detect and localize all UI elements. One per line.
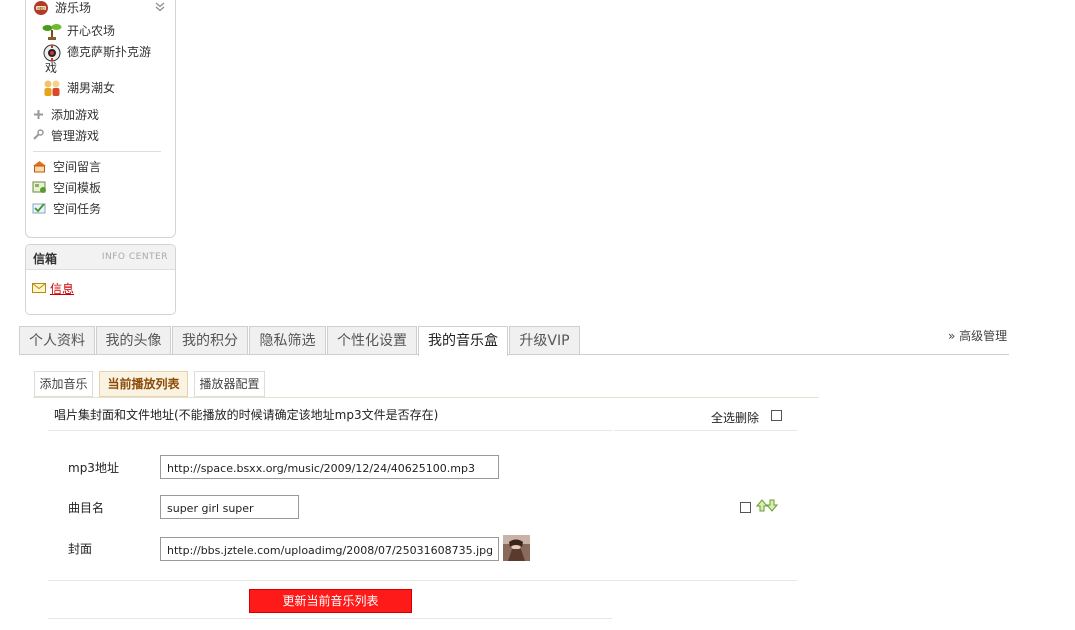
- couple-icon: [44, 80, 60, 96]
- tab-upgrade-vip[interactable]: 升级VIP: [509, 326, 580, 354]
- inbox-title: 信箱: [33, 252, 58, 266]
- sidebar-divider: [33, 151, 161, 152]
- mp3-url-input[interactable]: [160, 455, 499, 479]
- header-divider-right: [614, 430, 797, 431]
- subtab-player-config[interactable]: 播放器配置: [194, 371, 265, 397]
- row-delete-checkbox[interactable]: [740, 502, 751, 513]
- message-house-icon: [33, 161, 46, 173]
- tab-avatar[interactable]: 我的头像: [96, 326, 171, 354]
- select-all-checkbox[interactable]: [771, 410, 782, 421]
- add-game-link[interactable]: 添加游戏: [51, 107, 99, 123]
- sidebar-game-farm[interactable]: 开心农场: [67, 23, 115, 39]
- track-name-input[interactable]: [160, 495, 299, 519]
- task-check-icon: [32, 203, 46, 214]
- inbox-panel-header: 信箱 INFO CENTER: [26, 245, 175, 270]
- space-message-link[interactable]: 空间留言: [53, 159, 101, 175]
- inbox-subtitle: INFO CENTER: [101, 252, 168, 262]
- wrench-icon: [33, 129, 44, 140]
- playlist-header: 唱片集封面和文件地址(不能播放的时候请确定该地址mp3文件是否存在): [54, 408, 439, 422]
- cover-label: 封面: [68, 542, 93, 556]
- footer-divider: [48, 618, 612, 619]
- move-up-icon[interactable]: [756, 499, 769, 512]
- inbox-message-link[interactable]: 信息: [50, 280, 74, 297]
- advanced-manage-link[interactable]: » 高级管理: [948, 327, 1007, 344]
- subtab-baseline: [33, 397, 819, 398]
- subtab-add-music[interactable]: 添加音乐: [34, 371, 93, 397]
- chevron-down-icon[interactable]: [155, 2, 165, 12]
- tab-personalize[interactable]: 个性化设置: [327, 326, 417, 354]
- rows-divider: [48, 580, 797, 581]
- inbox-panel: 信箱 INFO CENTER: [25, 244, 176, 315]
- manage-games-link[interactable]: 管理游戏: [51, 128, 99, 144]
- svg-text:app: app: [37, 5, 45, 10]
- sprout-icon: [42, 24, 62, 40]
- reorder-arrows: [756, 499, 778, 512]
- space-template-link[interactable]: 空间模板: [53, 180, 101, 196]
- sidebar-game-poker[interactable]: 德克萨斯扑克游: [67, 44, 151, 60]
- track-name-label: 曲目名: [68, 501, 105, 515]
- tab-privacy[interactable]: 隐私筛选: [249, 326, 326, 354]
- tab-points[interactable]: 我的积分: [172, 326, 248, 354]
- playground-title[interactable]: 游乐场: [55, 0, 91, 16]
- mp3-url-label: mp3地址: [68, 461, 119, 475]
- template-icon: [32, 181, 46, 193]
- sidebar-game-poker-cont[interactable]: 戏: [45, 60, 57, 76]
- space-task-link[interactable]: 空间任务: [53, 201, 101, 217]
- sidebar-game-fashion[interactable]: 潮男潮女: [67, 80, 115, 96]
- select-all-delete-label: 全选删除: [711, 411, 760, 425]
- cover-url-input[interactable]: [160, 537, 499, 561]
- tabs-baseline: [19, 354, 1009, 355]
- header-divider-left: [48, 430, 612, 431]
- tab-music-box[interactable]: 我的音乐盒: [418, 326, 508, 356]
- update-playlist-button[interactable]: 更新当前音乐列表: [249, 589, 412, 613]
- envelope-icon: [32, 283, 46, 293]
- playground-icon: app: [34, 1, 48, 15]
- cover-thumbnail: [503, 535, 530, 561]
- subtab-current-playlist[interactable]: 当前播放列表: [99, 371, 188, 397]
- move-down-icon[interactable]: [765, 499, 778, 512]
- plus-icon: [34, 110, 43, 119]
- tab-profile[interactable]: 个人资料: [19, 326, 95, 354]
